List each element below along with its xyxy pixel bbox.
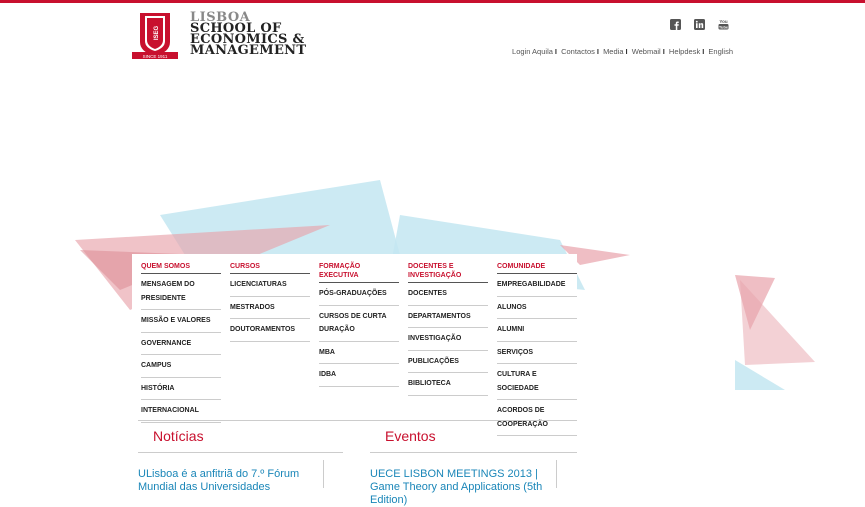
facebook-icon[interactable] xyxy=(670,17,682,30)
menu-item[interactable]: HISTÓRIA xyxy=(141,378,221,400)
menu-item[interactable]: MBA xyxy=(319,342,399,364)
linkedin-icon[interactable] xyxy=(694,17,706,30)
menu-item[interactable]: CURSOS DE CURTA DURAÇÃO xyxy=(319,306,399,342)
news-underline xyxy=(138,452,343,453)
youtube-icon[interactable]: You Tube xyxy=(718,17,730,30)
menu-item[interactable]: IDBA xyxy=(319,364,399,387)
separator: I xyxy=(554,47,557,56)
menu-item[interactable]: EMPREGABILIDADE xyxy=(497,274,577,297)
menu-item[interactable]: LICENCIATURAS xyxy=(230,274,310,297)
svg-text:Tube: Tube xyxy=(719,24,729,29)
menu-item[interactable]: MENSAGEM DO PRESIDENTE xyxy=(141,274,221,310)
menu-item[interactable]: SERVIÇOS xyxy=(497,342,577,364)
separator: I xyxy=(596,47,599,56)
logo-line-4: MANAGEMENT xyxy=(190,43,307,58)
events-divider xyxy=(556,460,557,488)
menu-column-comunidade: COMUNIDADE EMPREGABILIDADE ALUNOS ALUMNI… xyxy=(497,262,577,436)
menu-item[interactable]: DOUTORAMENTOS xyxy=(230,319,310,342)
events-section-title[interactable]: Eventos xyxy=(385,428,436,444)
section-divider xyxy=(138,420,577,421)
events-underline xyxy=(370,452,577,453)
news-section-title[interactable]: Notícias xyxy=(153,428,204,444)
menu-item[interactable]: MISSÃO E VALORES xyxy=(141,310,221,333)
menu-item[interactable]: ALUMNI xyxy=(497,319,577,342)
menu-item[interactable]: PUBLICAÇÕES xyxy=(408,351,488,373)
news-divider xyxy=(323,460,324,488)
menu-column-cursos: CURSOS LICENCIATURAS MESTRADOS DOUTORAME… xyxy=(230,262,310,342)
menu-heading[interactable]: CURSOS xyxy=(230,262,310,274)
menu-item[interactable]: CAMPUS xyxy=(141,355,221,378)
link-helpdesk[interactable]: Helpdesk xyxy=(669,47,700,56)
top-accent-bar xyxy=(0,0,865,3)
menu-heading[interactable]: QUEM SOMOS xyxy=(141,262,221,274)
menu-item[interactable]: ALUNOS xyxy=(497,297,577,319)
menu-heading[interactable]: FORMAÇÃO EXECUTIVA xyxy=(319,262,399,283)
link-webmail[interactable]: Webmail xyxy=(632,47,661,56)
iseg-logo[interactable]: SINCE 1911 ISEG LISBOA SCHOOL OF ECONOMI… xyxy=(132,11,307,59)
menu-column-formacao-executiva: FORMAÇÃO EXECUTIVA PÓS-GRADUAÇÕES CURSOS… xyxy=(319,262,399,387)
news-item-link[interactable]: ULisboa é a anfitriã do 7.º Fórum Mundia… xyxy=(138,468,313,494)
menu-column-quem-somos: QUEM SOMOS MENSAGEM DO PRESIDENTE MISSÃO… xyxy=(141,262,221,423)
link-contactos[interactable]: Contactos xyxy=(561,47,595,56)
iseg-shield-logo: SINCE 1911 ISEG xyxy=(132,12,178,59)
separator: I xyxy=(702,47,705,56)
top-links-nav: Login Aquila I Contactos I Media I Webmail I… xyxy=(512,47,733,56)
menu-item[interactable]: CULTURA E SOCIEDADE xyxy=(497,364,577,400)
menu-item[interactable]: MESTRADOS xyxy=(230,297,310,319)
since-text: SINCE 1911 xyxy=(143,54,168,59)
menu-heading[interactable]: COMUNIDADE xyxy=(497,262,577,274)
menu-heading[interactable]: DOCENTES E INVESTIGAÇÃO xyxy=(408,262,488,283)
menu-item[interactable]: PÓS-GRADUAÇÕES xyxy=(319,283,399,306)
logo-wordmark: LISBOA SCHOOL OF ECONOMICS & MANAGEMENT xyxy=(190,11,307,58)
separator: I xyxy=(662,47,665,56)
menu-item[interactable]: INVESTIGAÇÃO xyxy=(408,328,488,351)
separator: I xyxy=(625,47,628,56)
event-item-link[interactable]: UECE LISBON MEETINGS 2013 | Game Theory … xyxy=(370,468,550,507)
social-links: You Tube xyxy=(670,17,730,30)
link-media[interactable]: Media xyxy=(603,47,623,56)
mega-menu: QUEM SOMOS MENSAGEM DO PRESIDENTE MISSÃO… xyxy=(132,254,577,436)
menu-column-docentes-investigacao: DOCENTES E INVESTIGAÇÃO DOCENTES DEPARTA… xyxy=(408,262,488,396)
badge-text: ISEG xyxy=(154,26,160,41)
menu-item[interactable]: DEPARTAMENTOS xyxy=(408,306,488,328)
menu-item[interactable]: DOCENTES xyxy=(408,283,488,306)
menu-item[interactable]: BIBLIOTECA xyxy=(408,373,488,396)
link-english[interactable]: English xyxy=(708,47,733,56)
menu-item[interactable]: ACORDOS DE COOPERAÇÃO xyxy=(497,400,577,436)
menu-item[interactable]: GOVERNANCE xyxy=(141,333,221,355)
svg-text:You: You xyxy=(719,19,727,24)
link-login-aquila[interactable]: Login Aquila xyxy=(512,47,553,56)
